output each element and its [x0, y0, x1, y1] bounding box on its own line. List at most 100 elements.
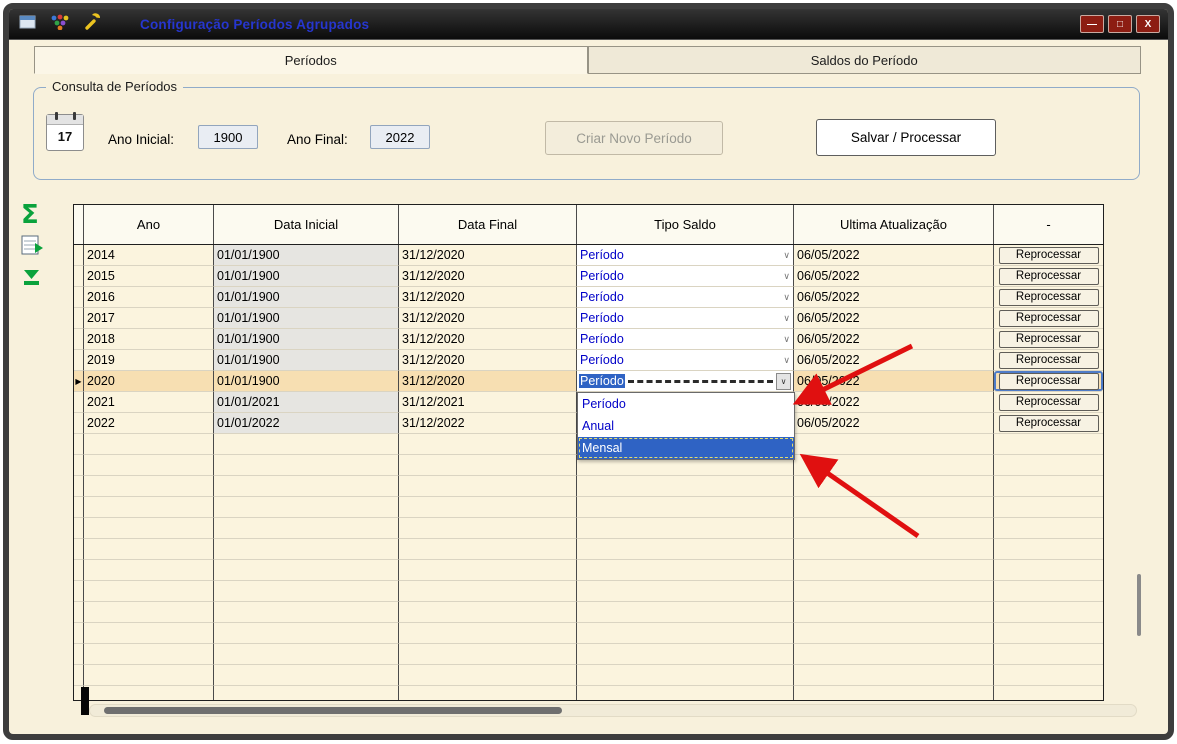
chevron-down-icon[interactable]: ∨: [783, 355, 790, 366]
cell-tipo-saldo[interactable]: Período ∨: [577, 266, 794, 287]
reprocessar-button[interactable]: Reprocessar: [998, 267, 1099, 285]
empty-cell: [399, 623, 577, 644]
titlebar[interactable]: Configuração Períodos Agrupados — □ X: [9, 9, 1168, 40]
dropdown-option-periodo[interactable]: Período: [578, 393, 794, 415]
empty-cell: [399, 665, 577, 686]
chevron-down-icon[interactable]: ∨: [783, 292, 790, 303]
cell-data-inicial: 01/01/1900: [214, 287, 399, 308]
table-row-2019[interactable]: 2019 01/01/1900 31/12/2020 Período ∨ 06/05/20…: [74, 350, 1103, 371]
vertical-scrollbar-thumb[interactable]: [1137, 574, 1141, 636]
groupbox-legend: Consulta de Períodos: [46, 79, 184, 94]
cell-tipo-saldo[interactable]: Período ∨: [577, 245, 794, 266]
cell-action: Reprocessar: [994, 371, 1103, 392]
table-row-2014[interactable]: 2014 01/01/1900 31/12/2020 Período ∨ 06/05/20…: [74, 245, 1103, 266]
row-indicator: [74, 413, 84, 434]
reprocessar-button[interactable]: Reprocessar: [998, 393, 1099, 411]
row-indicator: [74, 476, 84, 497]
tipo-saldo-dropdown-button[interactable]: ∨: [776, 372, 791, 390]
empty-cell: [794, 539, 994, 560]
close-button[interactable]: X: [1136, 15, 1160, 33]
ano-inicial-input[interactable]: [198, 125, 258, 149]
cell-tipo-saldo[interactable]: Período ∨: [577, 371, 794, 392]
minimize-button[interactable]: —: [1080, 15, 1104, 33]
wrench-icon: [84, 12, 102, 36]
reprocessar-button[interactable]: Reprocessar: [998, 372, 1099, 390]
empty-cell: [399, 518, 577, 539]
empty-cell: [994, 497, 1103, 518]
table-row-2016[interactable]: 2016 01/01/1900 31/12/2020 Período ∨ 06/05/20…: [74, 287, 1103, 308]
grid-corner-bar: [81, 687, 89, 715]
chevron-down-icon[interactable]: ∨: [783, 334, 790, 345]
cell-data-inicial: 01/01/1900: [214, 371, 399, 392]
cell-tipo-saldo[interactable]: Período ∨: [577, 308, 794, 329]
goto-end-icon[interactable]: [21, 269, 61, 292]
empty-row: [74, 665, 1103, 686]
empty-cell: [214, 476, 399, 497]
dropdown-option-anual[interactable]: Anual: [578, 415, 794, 437]
empty-cell: [399, 497, 577, 518]
sum-icon[interactable]: Σ: [21, 202, 61, 228]
column-header-5[interactable]: -: [994, 205, 1103, 244]
cell-tipo-saldo[interactable]: Período ∨: [577, 350, 794, 371]
empty-cell: [994, 686, 1103, 700]
maximize-button[interactable]: □: [1108, 15, 1132, 33]
window-title: Configuração Períodos Agrupados: [140, 16, 370, 32]
cell-data-inicial: 01/01/2022: [214, 413, 399, 434]
empty-cell: [399, 560, 577, 581]
empty-row: [74, 497, 1103, 518]
chevron-down-icon[interactable]: ∨: [783, 271, 790, 282]
empty-cell: [84, 497, 214, 518]
table-row-2017[interactable]: 2017 01/01/1900 31/12/2020 Período ∨ 06/05/20…: [74, 308, 1103, 329]
reprocessar-button[interactable]: Reprocessar: [998, 330, 1099, 348]
column-header-2[interactable]: Data Final: [399, 205, 577, 244]
chevron-down-icon[interactable]: ∨: [783, 250, 790, 261]
salvar-processar-button[interactable]: Salvar / Processar: [816, 119, 996, 156]
empty-cell: [794, 581, 994, 602]
reprocessar-button[interactable]: Reprocessar: [998, 309, 1099, 327]
reprocessar-button[interactable]: Reprocessar: [998, 351, 1099, 369]
empty-cell: [794, 665, 994, 686]
horizontal-scrollbar[interactable]: [89, 704, 1137, 717]
empty-cell: [794, 476, 994, 497]
criar-novo-periodo-button[interactable]: Criar Novo Período: [545, 121, 723, 155]
consulta-groupbox: Consulta de Períodos 17 Ano Inicial: Ano…: [33, 79, 1140, 180]
empty-cell: [84, 602, 214, 623]
chevron-down-icon[interactable]: ∨: [783, 313, 790, 324]
column-header-0[interactable]: Ano: [84, 205, 214, 244]
column-header-1[interactable]: Data Inicial: [214, 205, 399, 244]
cell-ano: 2020: [84, 371, 214, 392]
cell-data-final: 31/12/2020: [399, 371, 577, 392]
cell-ultima-atualizacao: 06/05/2022: [794, 287, 994, 308]
dropdown-option-mensal[interactable]: Mensal: [578, 437, 794, 459]
cell-data-inicial: 01/01/1900: [214, 308, 399, 329]
table-row-2018[interactable]: 2018 01/01/1900 31/12/2020 Período ∨ 06/05/20…: [74, 329, 1103, 350]
tab-saldos-do-periodo[interactable]: Saldos do Período: [587, 46, 1141, 74]
empty-cell: [214, 518, 399, 539]
cell-data-inicial: 01/01/1900: [214, 266, 399, 287]
empty-cell: [577, 644, 794, 665]
reprocessar-button[interactable]: Reprocessar: [998, 288, 1099, 306]
empty-cell: [214, 455, 399, 476]
export-grid-icon[interactable]: [21, 235, 61, 262]
empty-cell: [399, 602, 577, 623]
empty-cell: [577, 518, 794, 539]
reprocessar-button[interactable]: Reprocessar: [998, 414, 1099, 432]
empty-cell: [214, 497, 399, 518]
ano-final-input[interactable]: [370, 125, 430, 149]
empty-cell: [794, 497, 994, 518]
empty-cell: [214, 560, 399, 581]
empty-cell: [994, 539, 1103, 560]
row-indicator: [74, 434, 84, 455]
horizontal-scrollbar-thumb[interactable]: [104, 707, 562, 714]
cell-tipo-saldo[interactable]: Período ∨: [577, 287, 794, 308]
cell-ano: 2022: [84, 413, 214, 434]
column-header-4[interactable]: Ultima Atualização: [794, 205, 994, 244]
cell-tipo-saldo[interactable]: Período ∨: [577, 329, 794, 350]
tab-periodos[interactable]: Períodos: [34, 46, 588, 74]
cell-data-inicial: 01/01/1900: [214, 329, 399, 350]
reprocessar-button[interactable]: Reprocessar: [998, 246, 1099, 264]
table-row-2015[interactable]: 2015 01/01/1900 31/12/2020 Período ∨ 06/05/20…: [74, 266, 1103, 287]
column-header-3[interactable]: Tipo Saldo: [577, 205, 794, 244]
table-row-2020[interactable]: ▶ 2020 01/01/1900 31/12/2020 Período ∨ 06/05/2…: [74, 371, 1103, 392]
row-indicator: [74, 581, 84, 602]
